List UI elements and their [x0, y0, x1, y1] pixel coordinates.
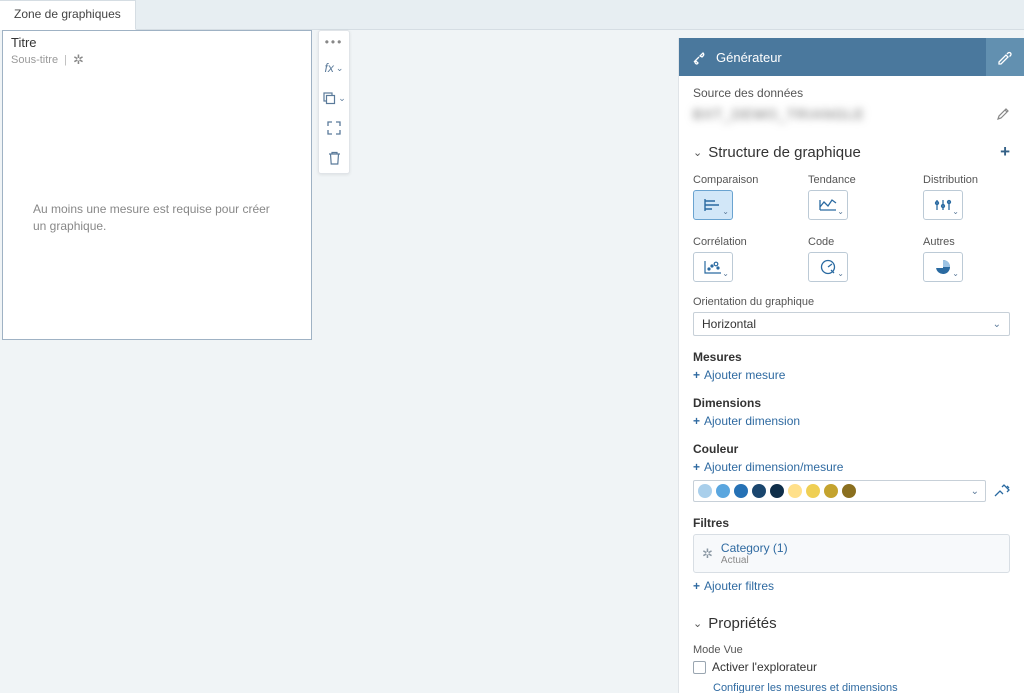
tab-bar: Zone de graphiques	[0, 0, 1024, 30]
chart-type-grid: Comparaison ⌄ Tendance ⌄ Distribution	[693, 174, 1010, 282]
chevron-down-icon: ⌄	[837, 269, 844, 278]
copy-button[interactable]: ⌄	[319, 83, 349, 113]
swatch	[752, 484, 766, 498]
tools-icon	[691, 50, 706, 65]
measures-title: Mesures	[693, 350, 1010, 364]
dimensions-title: Dimensions	[693, 396, 1010, 410]
chart-type-comparison[interactable]: ⌄	[693, 190, 733, 220]
orientation-select[interactable]: Horizontal ⌄	[693, 312, 1010, 336]
add-dimension-measure-link[interactable]: +Ajouter dimension/mesure	[693, 460, 843, 474]
filters-title: Filtres	[693, 516, 1010, 530]
swatch	[698, 484, 712, 498]
chevron-down-icon: ⌄	[993, 319, 1001, 330]
chart-structure-title: Structure de graphique	[708, 144, 861, 161]
styling-panel-button[interactable]	[986, 38, 1024, 76]
color-palette-select[interactable]: ⌄	[693, 480, 986, 502]
data-source-name: BXT_DEMO_TRIANGLE	[693, 106, 865, 122]
type-label-comparison: Comparaison	[693, 174, 780, 186]
orientation-value: Horizontal	[702, 317, 756, 331]
color-title: Couleur	[693, 442, 1010, 456]
chevron-down-icon: ⌄	[722, 269, 729, 278]
type-label-distribution: Distribution	[923, 174, 1010, 186]
swatch	[824, 484, 838, 498]
orientation-label: Orientation du graphique	[693, 296, 1010, 308]
filter-item-title: Category (1)	[721, 541, 788, 555]
required-measure-message: Au moins une mesure est requise pour cré…	[33, 201, 281, 235]
generator-panel: Générateur Source des données BXT_DEMO_T…	[678, 38, 1024, 693]
chevron-down-icon: ⌄	[952, 207, 959, 216]
chevron-down-icon: ⌄	[952, 269, 959, 278]
chart-widget[interactable]: Titre Sous-titre | ✲ Au moins une mesure…	[2, 30, 312, 340]
filter-item-sub: Actual	[721, 555, 788, 566]
chart-type-code[interactable]: ⌄	[808, 252, 848, 282]
data-source-label: Source des données	[693, 86, 1010, 100]
filter-icon: ✲	[702, 546, 713, 562]
chevron-down-icon: ⌄	[722, 207, 729, 216]
chart-type-correlation[interactable]: ⌄	[693, 252, 733, 282]
chevron-down-icon: ⌄	[693, 146, 702, 159]
widget-toolbar: ••• fx⌄ ⌄	[318, 30, 350, 174]
dynamic-text-icon[interactable]: ✲	[73, 52, 84, 68]
enable-explorer-label: Activer l'explorateur	[712, 660, 817, 674]
palette-action-icon[interactable]	[994, 484, 1010, 498]
filter-item[interactable]: ✲ Category (1) Actual	[693, 534, 1010, 573]
swatch	[842, 484, 856, 498]
fx-button[interactable]: fx⌄	[319, 53, 349, 83]
chart-subtitle-row: Sous-titre | ✲	[3, 50, 311, 70]
type-label-code: Code	[808, 236, 895, 248]
type-label-others: Autres	[923, 236, 1010, 248]
tab-chart-area[interactable]: Zone de graphiques	[0, 0, 136, 30]
data-source-section: Source des données BXT_DEMO_TRIANGLE	[679, 76, 1024, 136]
type-label-trend: Tendance	[808, 174, 895, 186]
properties-header[interactable]: ⌄ Propriétés	[693, 609, 1010, 638]
chart-subtitle[interactable]: Sous-titre	[11, 54, 58, 66]
swatch	[806, 484, 820, 498]
swatch	[788, 484, 802, 498]
add-measure-link[interactable]: +Ajouter mesure	[693, 368, 785, 382]
chart-title[interactable]: Titre	[3, 31, 311, 50]
generator-header: Générateur	[679, 38, 1024, 76]
chevron-down-icon: ⌄	[837, 207, 844, 216]
canvas-area: Titre Sous-titre | ✲ Au moins une mesure…	[0, 30, 680, 693]
properties-title: Propriétés	[708, 615, 776, 632]
chart-type-others[interactable]: ⌄	[923, 252, 963, 282]
fullscreen-button[interactable]	[319, 113, 349, 143]
chart-type-trend[interactable]: ⌄	[808, 190, 848, 220]
more-actions-button[interactable]: •••	[319, 31, 349, 53]
delete-button[interactable]	[319, 143, 349, 173]
type-label-correlation: Corrélation	[693, 236, 780, 248]
add-chart-type-button[interactable]: +	[1000, 142, 1010, 162]
add-filters-link[interactable]: +Ajouter filtres	[693, 579, 774, 593]
generator-title: Générateur	[716, 50, 782, 65]
edit-data-source-button[interactable]	[996, 107, 1010, 121]
swatch	[734, 484, 748, 498]
view-mode-label: Mode Vue	[693, 644, 1010, 656]
chart-structure-header[interactable]: ⌄ Structure de graphique +	[693, 136, 1010, 168]
chart-type-distribution[interactable]: ⌄	[923, 190, 963, 220]
subtitle-divider: |	[64, 54, 67, 66]
chevron-down-icon: ⌄	[693, 617, 702, 630]
enable-explorer-checkbox[interactable]	[693, 661, 706, 674]
swatch	[770, 484, 784, 498]
configure-measures-link[interactable]: Configurer les mesures et dimensions	[713, 682, 898, 693]
chevron-down-icon: ⌄	[971, 486, 979, 497]
swatch	[716, 484, 730, 498]
add-dimension-link[interactable]: +Ajouter dimension	[693, 414, 800, 428]
